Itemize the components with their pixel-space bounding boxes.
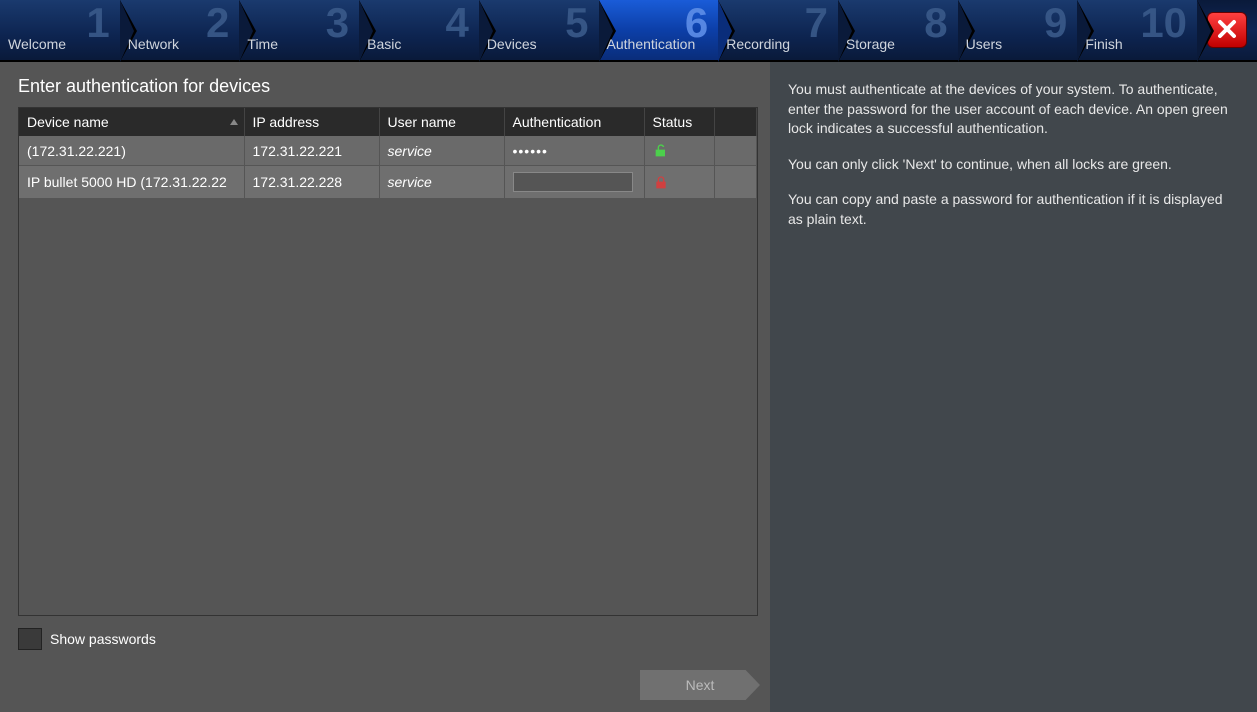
- show-passwords-checkbox[interactable]: [18, 628, 42, 650]
- nav-label: Basic: [367, 36, 401, 52]
- col-spacer: [714, 108, 757, 136]
- cell-auth: ••••••: [504, 136, 644, 166]
- main-area: Enter authentication for devices Device …: [0, 62, 1257, 712]
- col-status[interactable]: Status: [644, 108, 714, 136]
- col-ip-address[interactable]: IP address: [244, 108, 379, 136]
- close-icon: [1215, 17, 1239, 44]
- next-button[interactable]: Next: [640, 670, 760, 700]
- nav-label: Time: [247, 36, 278, 52]
- page-title: Enter authentication for devices: [18, 76, 758, 97]
- lock-open-icon: [653, 142, 669, 159]
- cell-user: service: [379, 166, 504, 199]
- nav-label: Users: [966, 36, 1003, 52]
- nav-step-storage[interactable]: 8Storage: [838, 0, 958, 60]
- cell-status: [644, 136, 714, 166]
- table-row[interactable]: IP bullet 5000 HD (172.31.22.22 172.31.2…: [19, 166, 757, 199]
- left-panel: Enter authentication for devices Device …: [0, 62, 770, 712]
- show-passwords-row: Show passwords: [18, 628, 758, 650]
- cell-ip: 172.31.22.221: [244, 136, 379, 166]
- cell-ip: 172.31.22.228: [244, 166, 379, 199]
- table-row[interactable]: (172.31.22.221) 172.31.22.221 service ••…: [19, 136, 757, 166]
- nav-label: Storage: [846, 36, 895, 52]
- password-masked: ••••••: [513, 143, 548, 159]
- nav-step-authentication[interactable]: 6Authentication: [599, 0, 719, 60]
- col-device-name[interactable]: Device name: [19, 108, 244, 136]
- password-input[interactable]: [513, 172, 633, 192]
- col-user-name[interactable]: User name: [379, 108, 504, 136]
- nav-step-welcome[interactable]: 1Welcome: [0, 0, 120, 60]
- nav-label: Authentication: [607, 36, 696, 52]
- help-text: You can copy and paste a password for au…: [788, 190, 1239, 229]
- cell-status: [644, 166, 714, 199]
- nav-step-devices[interactable]: 5Devices: [479, 0, 599, 60]
- col-authentication[interactable]: Authentication: [504, 108, 644, 136]
- nav-step-finish[interactable]: 10Finish: [1077, 0, 1197, 60]
- lock-closed-icon: [653, 174, 669, 191]
- nav-step-users[interactable]: 9Users: [958, 0, 1078, 60]
- cell-device-name: IP bullet 5000 HD (172.31.22.22: [19, 166, 244, 199]
- cell-user: service: [379, 136, 504, 166]
- help-text: You must authenticate at the devices of …: [788, 80, 1239, 139]
- nav-label: Finish: [1085, 36, 1122, 52]
- nav-step-time[interactable]: 3Time: [239, 0, 359, 60]
- help-panel: You must authenticate at the devices of …: [770, 62, 1257, 712]
- sort-asc-icon: [230, 119, 238, 125]
- nav-label: Recording: [726, 36, 790, 52]
- help-text: You can only click 'Next' to continue, w…: [788, 155, 1239, 175]
- nav-step-network[interactable]: 2Network: [120, 0, 240, 60]
- cell-auth: [504, 166, 644, 199]
- show-passwords-label: Show passwords: [50, 631, 156, 647]
- device-table: Device name IP address User name Authent…: [19, 108, 757, 199]
- nav-step-recording[interactable]: 7Recording: [718, 0, 838, 60]
- nav-label: Welcome: [8, 36, 66, 52]
- wizard-nav: 1Welcome 2Network 3Time 4Basic 5Devices …: [0, 0, 1257, 62]
- nav-step-basic[interactable]: 4Basic: [359, 0, 479, 60]
- device-table-wrap: Device name IP address User name Authent…: [18, 107, 758, 616]
- nav-label: Devices: [487, 36, 537, 52]
- nav-label: Network: [128, 36, 179, 52]
- cell-device-name: (172.31.22.221): [19, 136, 244, 166]
